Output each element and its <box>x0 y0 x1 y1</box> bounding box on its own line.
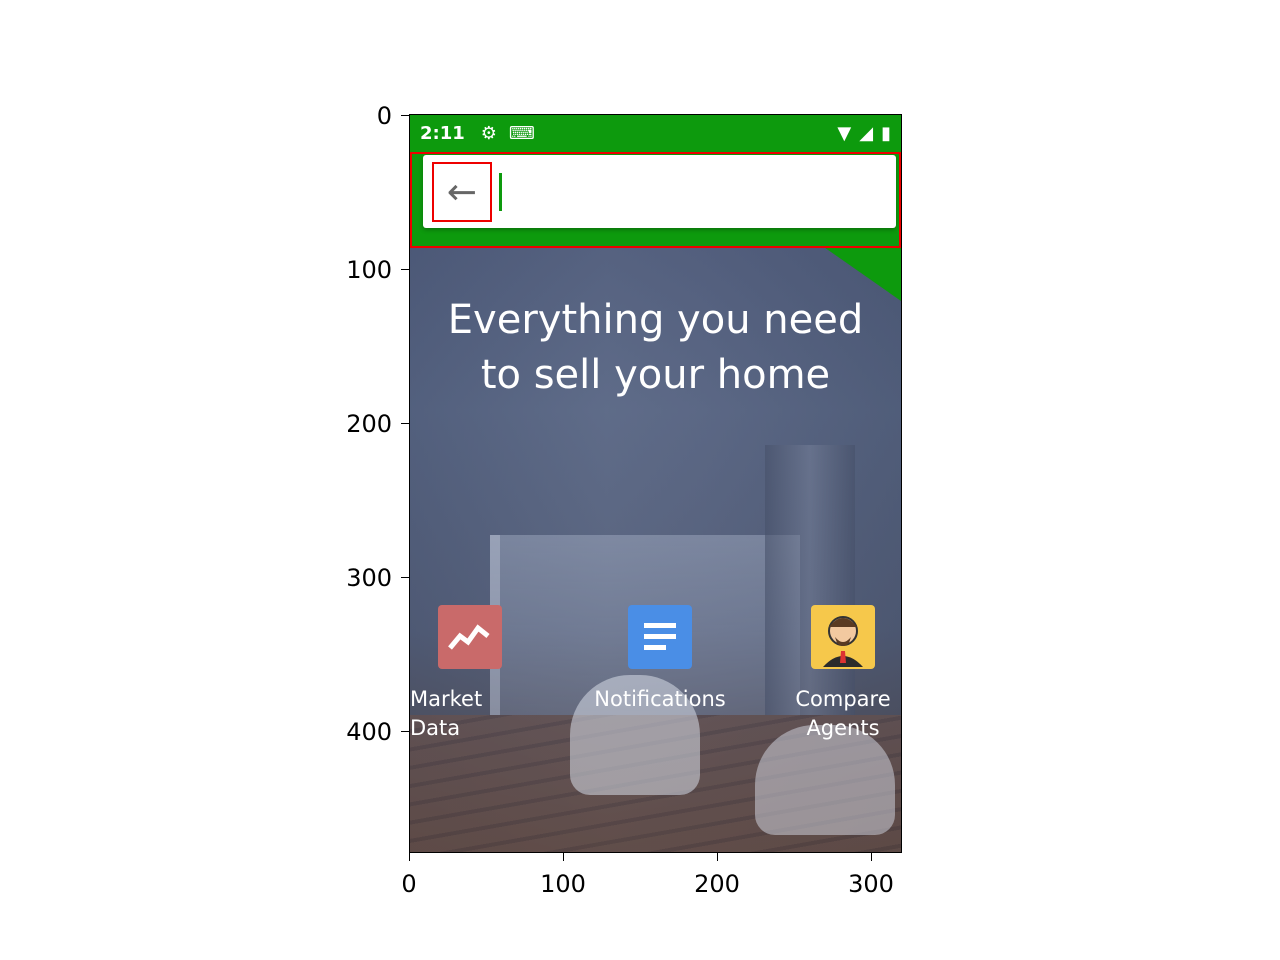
hero-headline: Everything you need to sell your home <box>410 293 901 403</box>
y-tick-label: 100 <box>346 256 392 284</box>
y-tick <box>401 577 409 578</box>
document-lines-icon <box>628 605 692 669</box>
y-tick <box>401 269 409 270</box>
gear-icon: ⚙ <box>480 122 497 144</box>
x-tick <box>871 853 872 861</box>
label-line: Compare <box>795 687 891 711</box>
back-button[interactable]: ← <box>432 162 492 222</box>
y-tick <box>401 731 409 732</box>
search-bar: ← <box>423 155 896 228</box>
y-tick-label: 200 <box>346 410 392 438</box>
y-tick-label: 400 <box>346 718 392 746</box>
x-tick-label: 200 <box>694 870 740 898</box>
y-tick <box>401 115 409 116</box>
status-bar: 2:11 ⚙ ⌨ ▼ ◢ ▮ <box>410 115 901 151</box>
y-tick-label: 0 <box>376 102 392 130</box>
label-line: Market <box>410 687 483 711</box>
battery-icon: ▮ <box>881 122 891 144</box>
x-tick <box>409 853 410 861</box>
compare-agents-label: Compare Agents <box>795 685 890 743</box>
wifi-icon: ▼ <box>837 122 852 144</box>
x-tick <box>717 853 718 861</box>
hero-line-1: Everything you need <box>447 297 864 343</box>
x-tick-label: 300 <box>848 870 894 898</box>
compare-agents-button[interactable]: Compare Agents <box>783 605 901 743</box>
notifications-label: Notifications <box>594 685 725 714</box>
x-tick-label: 0 <box>401 870 417 898</box>
y-tick <box>401 423 409 424</box>
market-data-label: Market Data <box>410 685 482 743</box>
x-tick-label: 100 <box>540 870 586 898</box>
hero-line-2: to sell your home <box>480 352 831 398</box>
trend-chart-icon <box>438 605 502 669</box>
notifications-button[interactable]: Notifications <box>585 605 735 714</box>
phone-screenshot: 2:11 ⚙ ⌨ ▼ ◢ ▮ ← Everything you need to … <box>409 114 902 853</box>
arrow-left-icon: ← <box>446 171 478 213</box>
search-input[interactable] <box>499 171 883 213</box>
status-time: 2:11 <box>420 122 465 144</box>
label-line: Agents <box>806 716 880 740</box>
label-line: Notifications <box>594 687 726 711</box>
keyboard-icon: ⌨ <box>508 122 535 144</box>
label-line: Data <box>410 716 461 740</box>
app-screen: 2:11 ⚙ ⌨ ▼ ◢ ▮ ← Everything you need to … <box>410 115 901 852</box>
x-tick <box>563 853 564 861</box>
y-tick-label: 300 <box>346 564 392 592</box>
market-data-button[interactable]: Market Data <box>410 605 530 743</box>
signal-icon: ◢ <box>859 122 874 144</box>
agent-avatar-icon <box>811 605 875 669</box>
